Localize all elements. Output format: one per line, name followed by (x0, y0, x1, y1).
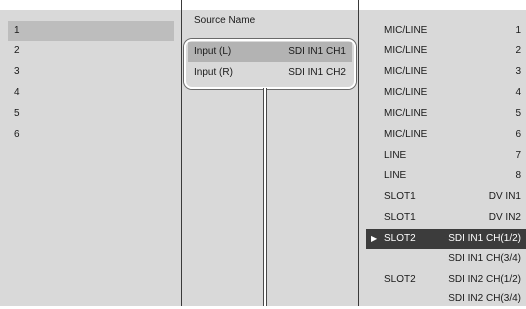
option-value: SDI IN1 CH(1/2) (448, 233, 521, 244)
option-type: MIC/LINE (384, 108, 428, 119)
option-item[interactable]: MIC/LINE 3 (366, 62, 526, 82)
option-value: 3 (515, 66, 521, 77)
option-item[interactable]: SLOT2 SDI IN2 CH(1/2) (366, 270, 526, 290)
source-item-label: 5 (14, 108, 20, 119)
option-value: 4 (515, 87, 521, 98)
option-item[interactable]: MIC/LINE 6 (366, 125, 526, 145)
source-item-4[interactable]: 4 (8, 83, 174, 103)
source-item-5[interactable]: 5 (8, 104, 174, 124)
option-item[interactable]: LINE 8 (366, 166, 526, 186)
option-item[interactable]: MIC/LINE 2 (366, 41, 526, 61)
source-item-label: 1 (14, 25, 20, 36)
callout-highlight (184, 39, 356, 89)
option-value: DV IN2 (488, 212, 521, 223)
option-item-selected[interactable]: ▶ SLOT2 SDI IN1 CH(1/2) (366, 229, 526, 249)
option-item[interactable]: MIC/LINE 4 (366, 83, 526, 103)
source-item-label: 2 (14, 45, 20, 56)
option-value: SDI IN2 CH(1/2) (448, 274, 521, 285)
source-item-3[interactable]: 3 (8, 62, 174, 82)
option-type: LINE (384, 170, 407, 181)
option-type: MIC/LINE (384, 87, 428, 98)
option-item[interactable]: SLOT1 DV IN2 (366, 208, 526, 228)
source-item-label: 4 (14, 87, 20, 98)
option-value: SDI IN2 CH(3/4) (448, 293, 521, 304)
option-item[interactable]: MIC/LINE 5 (366, 104, 526, 124)
option-value: 1 (515, 25, 521, 36)
option-value: 8 (515, 170, 521, 181)
option-item[interactable]: SLOT1 DV IN1 (366, 187, 526, 207)
selected-arrow-icon: ▶ (371, 234, 378, 243)
source-item-1[interactable]: 1 (8, 21, 174, 41)
option-type: MIC/LINE (384, 25, 428, 36)
option-value: 7 (515, 150, 521, 161)
option-value: 6 (515, 129, 521, 140)
callout-leader-line (263, 88, 267, 306)
option-type: SLOT2 (384, 274, 416, 285)
option-value: 2 (515, 45, 521, 56)
source-item-2[interactable]: 2 (8, 41, 174, 61)
option-type: LINE (384, 150, 407, 161)
option-value: DV IN1 (488, 191, 521, 202)
column-divider (358, 0, 359, 306)
option-type: MIC/LINE (384, 45, 428, 56)
source-item-6[interactable]: 6 (8, 125, 174, 145)
option-value: SDI IN1 CH(3/4) (448, 253, 521, 264)
option-value: 5 (515, 108, 521, 119)
option-item[interactable]: SDI IN1 CH(3/4) (366, 249, 526, 269)
option-type: SLOT2 (384, 233, 416, 244)
option-item[interactable]: LINE 7 (366, 146, 526, 166)
option-type: SLOT1 (384, 191, 416, 202)
option-type: SLOT1 (384, 212, 416, 223)
column-divider (181, 0, 182, 306)
option-type: MIC/LINE (384, 129, 428, 140)
option-item[interactable]: SDI IN2 CH(3/4) (366, 289, 526, 306)
source-item-label: 3 (14, 66, 20, 77)
option-type: MIC/LINE (384, 66, 428, 77)
option-item[interactable]: MIC/LINE 1 (366, 21, 526, 41)
source-item-label: 6 (14, 129, 20, 140)
source-name-heading: Source Name (194, 15, 256, 26)
